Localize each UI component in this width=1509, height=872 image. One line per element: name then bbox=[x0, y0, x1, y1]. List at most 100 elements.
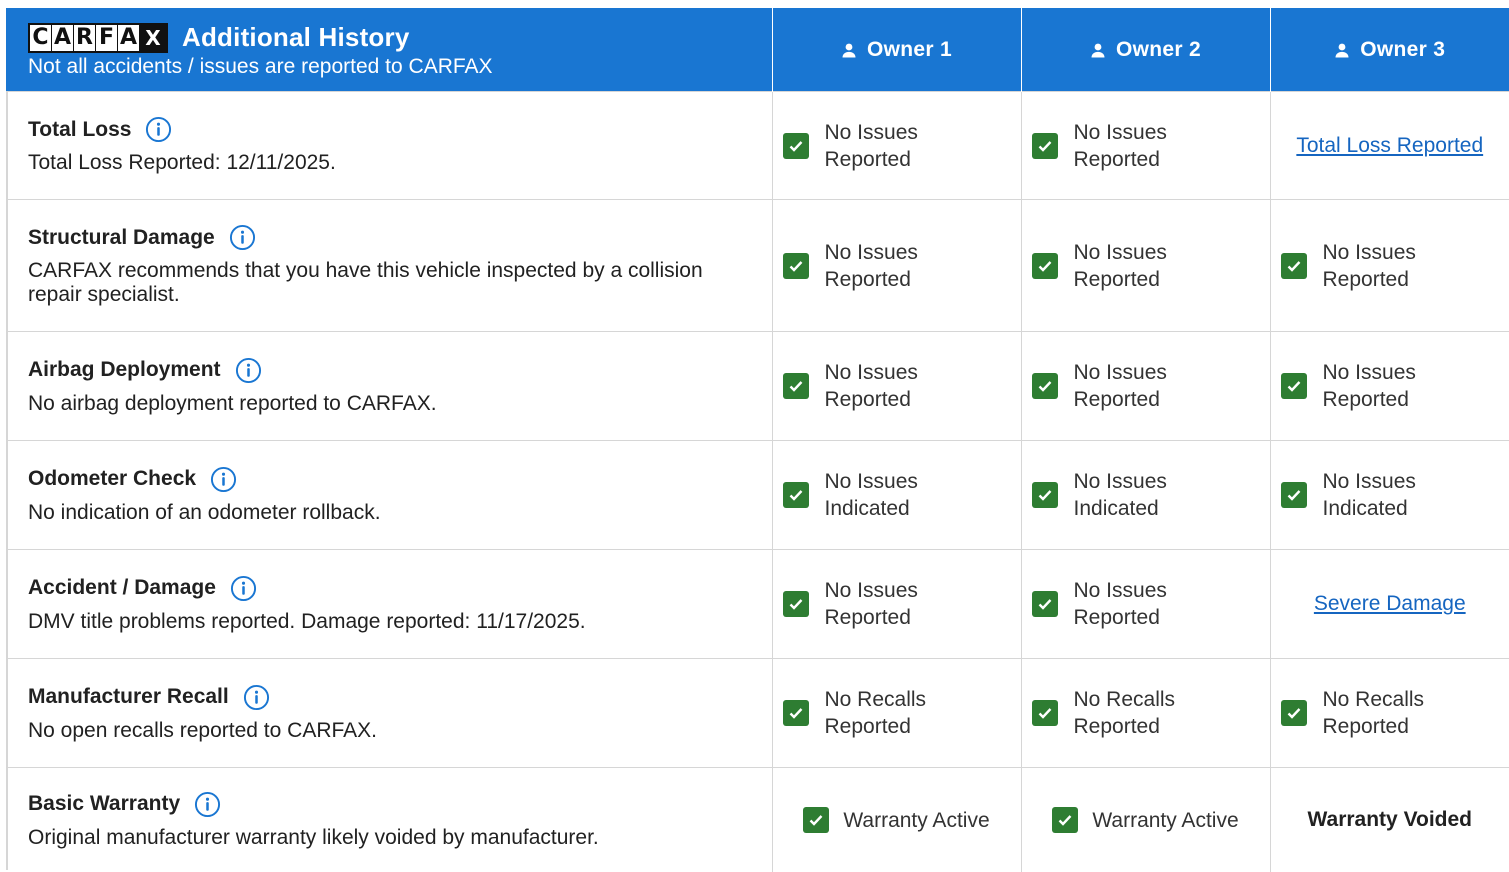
owner-1-cell: No Issues Reported bbox=[772, 200, 1021, 332]
check-icon bbox=[783, 482, 809, 508]
info-icon[interactable] bbox=[243, 684, 270, 711]
owner-1-cell: No Issues Reported bbox=[772, 332, 1021, 441]
check-icon bbox=[1032, 133, 1058, 159]
row-description: DMV title problems reported. Damage repo… bbox=[28, 610, 754, 634]
owner-1-cell: Warranty Active bbox=[772, 768, 1021, 872]
owner-3-cell: No Issues Reported bbox=[1270, 332, 1509, 441]
owner-1-cell: No Issues Reported bbox=[772, 550, 1021, 659]
row-description: No open recalls reported to CARFAX. bbox=[28, 719, 754, 743]
check-icon bbox=[803, 807, 829, 833]
row-header: Manufacturer Recall No open recalls repo… bbox=[6, 659, 772, 768]
section-title: Additional History bbox=[182, 22, 410, 53]
table-header-row: CARFAX Additional History Not all accide… bbox=[6, 8, 1509, 92]
row-description: No airbag deployment reported to CARFAX. bbox=[28, 392, 754, 416]
owner-2-header: Owner 2 bbox=[1021, 8, 1270, 92]
check-icon bbox=[1281, 373, 1307, 399]
owner-1-cell: No Issues Indicated bbox=[772, 441, 1021, 550]
check-icon bbox=[1281, 482, 1307, 508]
check-icon bbox=[1281, 700, 1307, 726]
owner-2-cell: No Issues Reported bbox=[1021, 332, 1270, 441]
row-title: Manufacturer Recall bbox=[28, 685, 229, 709]
row-description: No indication of an odometer rollback. bbox=[28, 501, 754, 525]
info-icon[interactable] bbox=[145, 116, 172, 143]
info-icon[interactable] bbox=[210, 466, 237, 493]
check-icon bbox=[1032, 700, 1058, 726]
owner-1-label: Owner 1 bbox=[867, 38, 952, 62]
owner-2-cell: No Issues Reported bbox=[1021, 550, 1270, 659]
table-row: Airbag Deployment No airbag deployment r… bbox=[6, 332, 1509, 441]
owner-2-label: Owner 2 bbox=[1116, 38, 1201, 62]
owner-3-cell: No Issues Reported bbox=[1270, 200, 1509, 332]
status-text: No Issues Reported bbox=[825, 239, 945, 293]
owner-3-cell: No Recalls Reported bbox=[1270, 659, 1509, 768]
owner-3-cell: No Issues Indicated bbox=[1270, 441, 1509, 550]
person-icon bbox=[841, 42, 857, 58]
table-row: Total Loss Total Loss Reported: 12/11/20… bbox=[6, 92, 1509, 200]
row-title: Odometer Check bbox=[28, 467, 196, 491]
owner-3-cell: Warranty Voided bbox=[1270, 768, 1509, 872]
person-icon bbox=[1090, 42, 1106, 58]
table-row: Accident / Damage DMV title problems rep… bbox=[6, 550, 1509, 659]
info-icon[interactable] bbox=[194, 791, 221, 818]
status-text: No Issues Reported bbox=[1323, 239, 1443, 293]
status-text: Warranty Active bbox=[1092, 807, 1238, 834]
row-description: Original manufacturer warranty likely vo… bbox=[28, 826, 754, 850]
status-text: Warranty Active bbox=[843, 807, 989, 834]
owner-3-label: Owner 3 bbox=[1360, 38, 1445, 62]
status-text: No Issues Reported bbox=[825, 359, 945, 413]
owner-2-cell: No Issues Reported bbox=[1021, 200, 1270, 332]
check-icon bbox=[783, 591, 809, 617]
status-text: No Issues Indicated bbox=[1323, 468, 1443, 522]
row-header: Basic Warranty Original manufacturer war… bbox=[6, 768, 772, 872]
status-text: No Issues Reported bbox=[825, 577, 945, 631]
row-title: Accident / Damage bbox=[28, 576, 216, 600]
row-header: Accident / Damage DMV title problems rep… bbox=[6, 550, 772, 659]
check-icon bbox=[1032, 591, 1058, 617]
status-text: No Issues Indicated bbox=[1074, 468, 1194, 522]
owner-2-cell: No Recalls Reported bbox=[1021, 659, 1270, 768]
status-text: No Recalls Reported bbox=[1074, 686, 1194, 740]
owner-2-cell: Warranty Active bbox=[1021, 768, 1270, 872]
brand-header: CARFAX Additional History Not all accide… bbox=[6, 8, 772, 92]
row-header: Total Loss Total Loss Reported: 12/11/20… bbox=[6, 92, 772, 200]
additional-history-table: CARFAX Additional History Not all accide… bbox=[6, 8, 1509, 872]
row-header: Structural Damage CARFAX recommends that… bbox=[6, 200, 772, 332]
severe-damage-link[interactable]: Severe Damage bbox=[1271, 592, 1509, 616]
total-loss-link[interactable]: Total Loss Reported bbox=[1271, 134, 1509, 158]
row-title: Airbag Deployment bbox=[28, 358, 221, 382]
check-icon bbox=[783, 373, 809, 399]
table-row: Manufacturer Recall No open recalls repo… bbox=[6, 659, 1509, 768]
row-title: Total Loss bbox=[28, 118, 131, 142]
carfax-logo: CARFAX bbox=[28, 23, 168, 53]
owner-3-cell: Severe Damage bbox=[1270, 550, 1509, 659]
status-text: No Issues Reported bbox=[1323, 359, 1443, 413]
status-text: No Recalls Reported bbox=[825, 686, 945, 740]
info-icon[interactable] bbox=[235, 357, 262, 384]
owner-1-cell: No Recalls Reported bbox=[772, 659, 1021, 768]
owner-1-header: Owner 1 bbox=[772, 8, 1021, 92]
check-icon bbox=[1281, 253, 1307, 279]
owner-3-cell: Total Loss Reported bbox=[1270, 92, 1509, 200]
table-row: Structural Damage CARFAX recommends that… bbox=[6, 200, 1509, 332]
check-icon bbox=[783, 700, 809, 726]
info-icon[interactable] bbox=[229, 224, 256, 251]
warranty-voided-text: Warranty Voided bbox=[1271, 808, 1509, 832]
status-text: No Issues Indicated bbox=[825, 468, 945, 522]
check-icon bbox=[1032, 253, 1058, 279]
row-title: Basic Warranty bbox=[28, 792, 180, 816]
check-icon bbox=[1032, 482, 1058, 508]
status-text: No Issues Reported bbox=[825, 119, 945, 173]
status-text: No Issues Reported bbox=[1074, 239, 1194, 293]
info-icon[interactable] bbox=[230, 575, 257, 602]
check-icon bbox=[783, 253, 809, 279]
owner-1-cell: No Issues Reported bbox=[772, 92, 1021, 200]
owner-3-header: Owner 3 bbox=[1270, 8, 1509, 92]
check-icon bbox=[1052, 807, 1078, 833]
row-title: Structural Damage bbox=[28, 226, 215, 250]
person-icon bbox=[1334, 42, 1350, 58]
row-header: Odometer Check No indication of an odome… bbox=[6, 441, 772, 550]
owner-2-cell: No Issues Indicated bbox=[1021, 441, 1270, 550]
row-description: CARFAX recommends that you have this veh… bbox=[28, 259, 754, 307]
check-icon bbox=[1032, 373, 1058, 399]
row-description: Total Loss Reported: 12/11/2025. bbox=[28, 151, 754, 175]
